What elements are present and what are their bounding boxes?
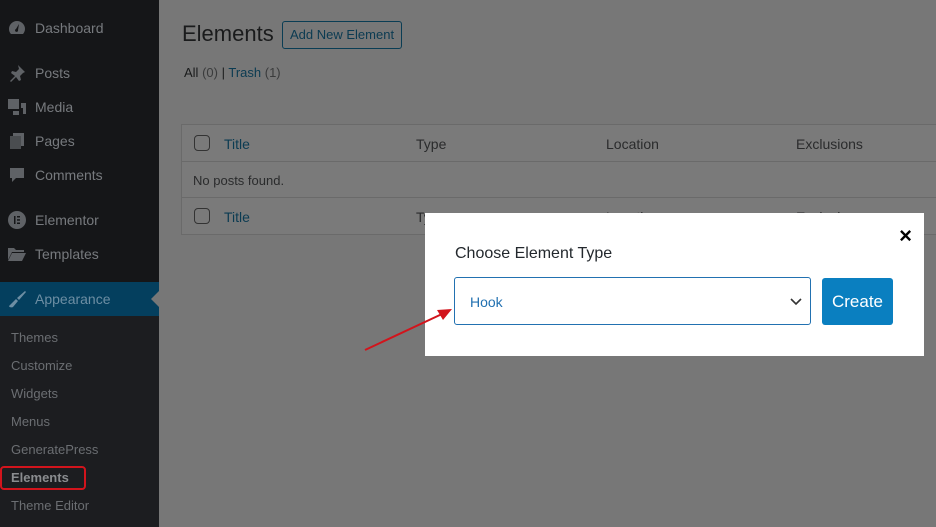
comment-icon (10, 168, 24, 182)
paintbrush-icon (9, 291, 26, 308)
column-location: Location (606, 136, 659, 152)
select-value: Hook (470, 294, 503, 310)
empty-message: No posts found. (193, 173, 285, 188)
sidebar-item-label: Elementor (35, 212, 99, 228)
sidebar-item-media[interactable]: Media (0, 90, 159, 124)
table-header: Title Type Location Exclusions (182, 125, 936, 162)
close-icon[interactable]: × (899, 223, 912, 249)
status-filters: All (0) | Trash (1) (184, 65, 281, 80)
submenu-item-themes[interactable]: Themes (11, 330, 58, 345)
filter-all[interactable]: All (184, 65, 198, 80)
submenu-item-customize[interactable]: Customize (11, 358, 72, 373)
submenu-item-theme-editor[interactable]: Theme Editor (11, 498, 89, 513)
current-menu-indicator (151, 291, 159, 307)
filter-all-count: (0) (202, 65, 218, 80)
sidebar-item-label: Dashboard (35, 20, 104, 36)
column-exclusions: Exclusions (796, 136, 863, 152)
dialog-title: Choose Element Type (455, 245, 613, 262)
sidebar-item-label: Appearance (35, 291, 111, 307)
pages-icon (10, 133, 24, 149)
table-row: No posts found. (182, 162, 936, 198)
sidebar-item-comments[interactable]: Comments (0, 158, 159, 192)
media-icon (8, 99, 26, 115)
element-type-select[interactable]: Hook (454, 277, 811, 325)
filter-trash[interactable]: Trash (228, 65, 261, 80)
elementor-icon (8, 211, 26, 229)
sidebar-item-label: Pages (35, 133, 75, 149)
sidebar-item-label: Media (35, 99, 74, 115)
pin-icon (10, 65, 25, 82)
folder-icon (8, 248, 26, 261)
filter-separator: | (221, 65, 225, 80)
page-title: Elements (182, 21, 274, 46)
column-title[interactable]: Title (224, 209, 250, 225)
choose-element-type-dialog: × Choose Element Type Hook Create (425, 213, 924, 356)
sidebar-item-appearance[interactable]: Appearance (0, 282, 159, 316)
create-button[interactable]: Create (822, 278, 893, 325)
submenu-item-menus[interactable]: Menus (11, 414, 50, 429)
filter-trash-count: (1) (264, 65, 281, 80)
select-all-checkbox[interactable] (194, 135, 210, 151)
dashboard-icon (9, 21, 25, 34)
chevron-down-icon (790, 298, 802, 306)
add-new-element-button[interactable]: Add New Element (282, 21, 403, 49)
select-all-checkbox-footer[interactable] (194, 208, 210, 224)
submenu-item-widgets[interactable]: Widgets (11, 386, 58, 401)
column-type: Type (416, 136, 447, 152)
sidebar-item-dashboard[interactable]: Dashboard (0, 11, 159, 45)
admin-sidebar: Dashboard Posts Media Pages Comments Ele… (0, 0, 159, 527)
submenu-item-generatepress[interactable]: GeneratePress (11, 442, 98, 457)
sidebar-item-label: Templates (35, 246, 99, 262)
sidebar-item-templates[interactable]: Templates (0, 237, 159, 271)
column-title[interactable]: Title (224, 136, 250, 152)
highlight-box (0, 466, 86, 490)
sidebar-item-posts[interactable]: Posts (0, 56, 159, 90)
sidebar-item-label: Comments (35, 167, 103, 183)
sidebar-item-pages[interactable]: Pages (0, 124, 159, 158)
sidebar-item-label: Posts (35, 65, 71, 81)
appearance-submenu: Themes Customize Widgets Menus GenerateP… (0, 316, 159, 527)
sidebar-item-elementor[interactable]: Elementor (0, 203, 159, 237)
